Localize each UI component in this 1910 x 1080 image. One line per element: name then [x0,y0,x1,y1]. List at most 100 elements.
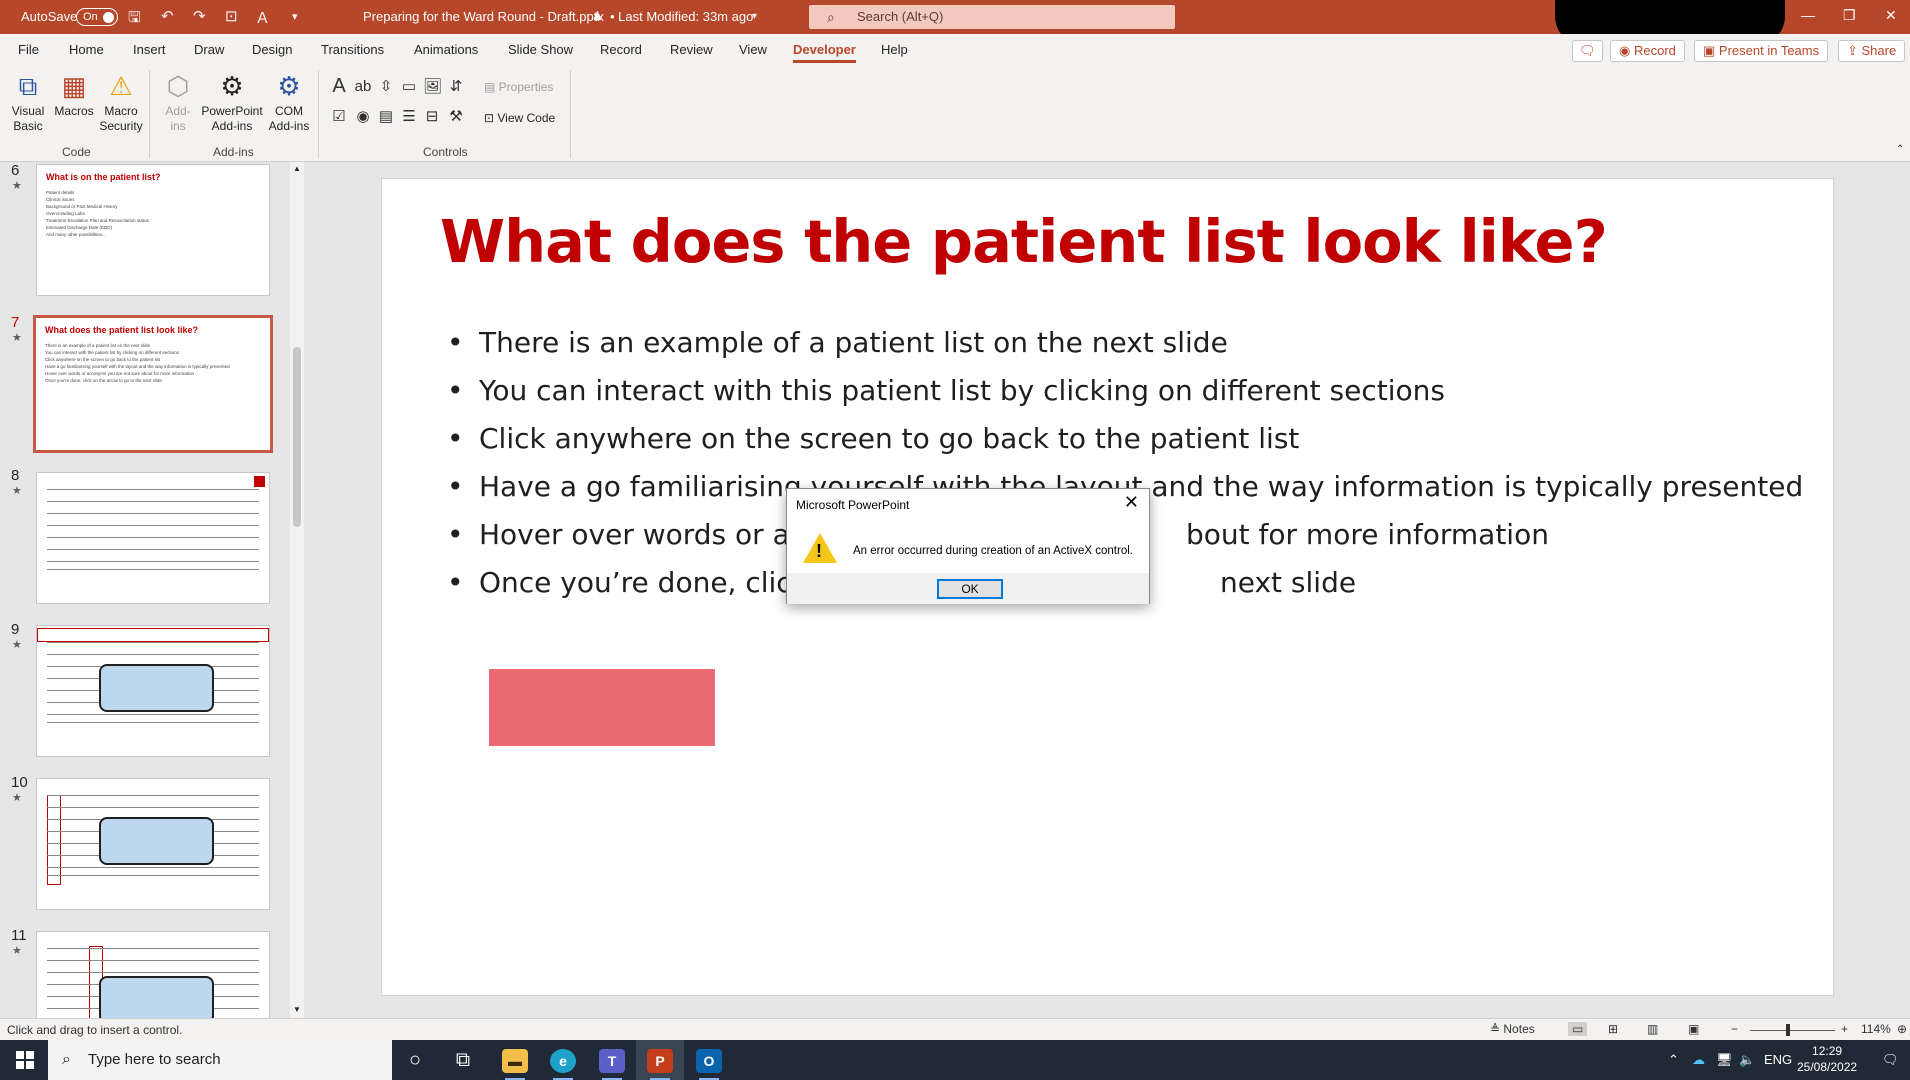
edge-icon[interactable]: e [539,1040,587,1080]
cortana-icon[interactable]: ○ [391,1040,439,1080]
bullet-text-tail: next slide [1220,566,1357,599]
share-button[interactable]: ⇪ Share [1838,40,1906,62]
zoom-slider-knob[interactable] [1786,1024,1791,1036]
command-button-icon[interactable]: ▭ [400,78,418,96]
scroll-up-icon[interactable]: ▲ [293,164,301,173]
thumbnail-line: Estimated Discharge Date (EDD) [46,225,113,230]
input-language[interactable]: ENG [1764,1052,1792,1067]
close-icon[interactable]: ✕ [1124,492,1139,513]
scroll-down-icon[interactable]: ▼ [293,1005,301,1014]
onedrive-icon[interactable]: ☁ [1692,1052,1705,1068]
task-view-icon[interactable]: ⧉ [439,1040,487,1080]
tab-animations[interactable]: Animations [414,42,478,57]
image-control-icon[interactable]: 🖼 [423,78,442,96]
autosave-label: AutoSave [21,9,78,24]
zoom-in-icon[interactable]: + [1841,1022,1848,1036]
notifications-icon[interactable]: 🗨 [1882,1052,1899,1068]
redo-icon[interactable]: ↷ [193,7,206,25]
present-from-start-icon[interactable]: ⊡ [225,7,238,25]
customize-qat-icon[interactable]: ▾ [292,10,298,23]
slide-thumbnail-9[interactable] [36,625,270,757]
comments-button[interactable]: 🗨 [1572,40,1603,62]
ok-button[interactable]: OK [937,579,1003,599]
slide-thumbnail-6[interactable]: What is on the patient list? Patient det… [36,164,270,296]
undo-icon[interactable]: ↶ [161,7,174,25]
option-button-icon[interactable]: ◉ [354,108,372,126]
system-clock[interactable]: 12:29 25/08/2022 [1797,1043,1857,1075]
tab-draw[interactable]: Draw [194,42,224,57]
scrollbar-control-icon[interactable]: ⇵ [447,78,465,96]
normal-view-icon[interactable]: ▭ [1568,1022,1588,1036]
tab-insert[interactable]: Insert [133,42,166,57]
powerpoint-add-ins-button[interactable]: ⚙ PowerPoint Add-ins [199,70,265,134]
com-add-ins-icon: ⚙ [277,71,301,101]
tab-record[interactable]: Record [600,42,642,57]
tab-file[interactable]: File [18,42,39,57]
combobox-control-icon[interactable]: ⊟ [423,108,441,126]
slideshow-icon[interactable]: ▣ [1688,1022,1699,1036]
spin-button-icon[interactable]: ⇳ [377,78,395,96]
thumbnail-line: You can interact with the patient list b… [45,350,179,355]
tab-design[interactable]: Design [252,42,292,57]
zoom-out-icon[interactable]: − [1731,1022,1738,1036]
save-icon[interactable]: 🖫 [128,7,141,32]
outlook-icon[interactable]: O [685,1040,733,1080]
record-button[interactable]: ◉ Record [1610,40,1685,62]
powerpoint-icon[interactable]: P [636,1040,684,1080]
slide-thumbnail-7[interactable]: What does the patient list look like? Th… [33,315,273,453]
tab-view[interactable]: View [739,42,767,57]
frame-control-icon[interactable]: ▤ [377,108,395,126]
bullet-item: Click anywhere on the screen to go back … [447,415,1807,463]
notes-button[interactable]: ≜ Notes [1490,1022,1535,1036]
sensitivity-icon[interactable]: ♟ [592,9,603,23]
slide-sorter-icon[interactable]: ⊞ [1608,1022,1618,1036]
last-modified[interactable]: • Last Modified: 33m ago [610,9,753,24]
visual-basic-button[interactable]: ⧉ Visual Basic [6,70,50,134]
tab-slide-show[interactable]: Slide Show [508,42,573,57]
scrollbar-thumb[interactable] [293,347,301,527]
network-icon[interactable]: 🖥 [1716,1052,1733,1068]
slide-thumbnail-8[interactable] [36,472,270,604]
thumbnail-line: Hover over words or acronyms you are not… [45,371,195,376]
powerpoint-add-ins-label: PowerPoint Add-ins [201,104,263,133]
tab-home[interactable]: Home [69,42,104,57]
tab-help[interactable]: Help [881,42,908,57]
fit-to-window-icon[interactable]: ⊕ [1897,1022,1907,1036]
com-add-ins-button[interactable]: ⚙ COM Add-ins [266,70,312,134]
close-icon[interactable]: ✕ [1885,7,1897,24]
windows-start-icon[interactable] [16,1051,34,1069]
taskbar-search-box[interactable]: ⌕ Type here to search [48,1040,392,1080]
file-explorer-icon[interactable]: ▬ [491,1040,539,1080]
zoom-level[interactable]: 114% [1861,1022,1891,1036]
tab-developer[interactable]: Developer [793,42,856,63]
checkbox-control-icon[interactable]: ☑ [330,108,348,126]
slide-title[interactable]: What does the patient list look like? [440,207,1608,276]
volume-icon[interactable]: 🔈 [1739,1052,1755,1068]
label-control-icon[interactable]: A [330,76,348,96]
restore-icon[interactable]: ❐ [1843,7,1856,24]
textbox-control-icon[interactable]: ab [354,78,372,96]
more-controls-icon[interactable]: ⚒ [447,108,465,126]
collapse-ribbon-icon[interactable]: ⌃ [1896,144,1904,155]
autosave-toggle[interactable]: On [76,8,118,26]
reading-view-icon[interactable]: ▥ [1647,1022,1658,1036]
listbox-control-icon[interactable]: ☰ [400,108,418,126]
teams-icon[interactable]: T [588,1040,636,1080]
macros-button[interactable]: ▦ Macros [51,70,97,119]
minimize-icon[interactable]: — [1801,7,1815,23]
zoom-slider[interactable] [1750,1024,1835,1036]
tab-transitions[interactable]: Transitions [321,42,384,57]
chevron-up-icon[interactable]: ⌃ [1668,1052,1679,1068]
macro-security-button[interactable]: ⚠ Macro Security [97,70,145,134]
thumbnail-line: Have a go familiarising yourself with th… [45,364,230,369]
pink-rectangle-shape[interactable] [489,669,715,746]
chevron-down-icon[interactable]: ▾ [752,11,757,22]
slide-thumbnail-11[interactable] [36,931,270,1018]
slide-thumbnail-10[interactable] [36,778,270,910]
present-in-teams-button[interactable]: ▣ Present in Teams [1694,40,1829,62]
search-box[interactable]: ⌕ Search (Alt+Q) [809,5,1175,29]
thumbnail-scrollbar[interactable]: ▲ ▼ [290,162,304,1018]
tab-review[interactable]: Review [670,42,713,57]
format-icon[interactable]: Ａ [255,7,270,28]
view-code-button[interactable]: ⊡ View Code [484,111,555,125]
